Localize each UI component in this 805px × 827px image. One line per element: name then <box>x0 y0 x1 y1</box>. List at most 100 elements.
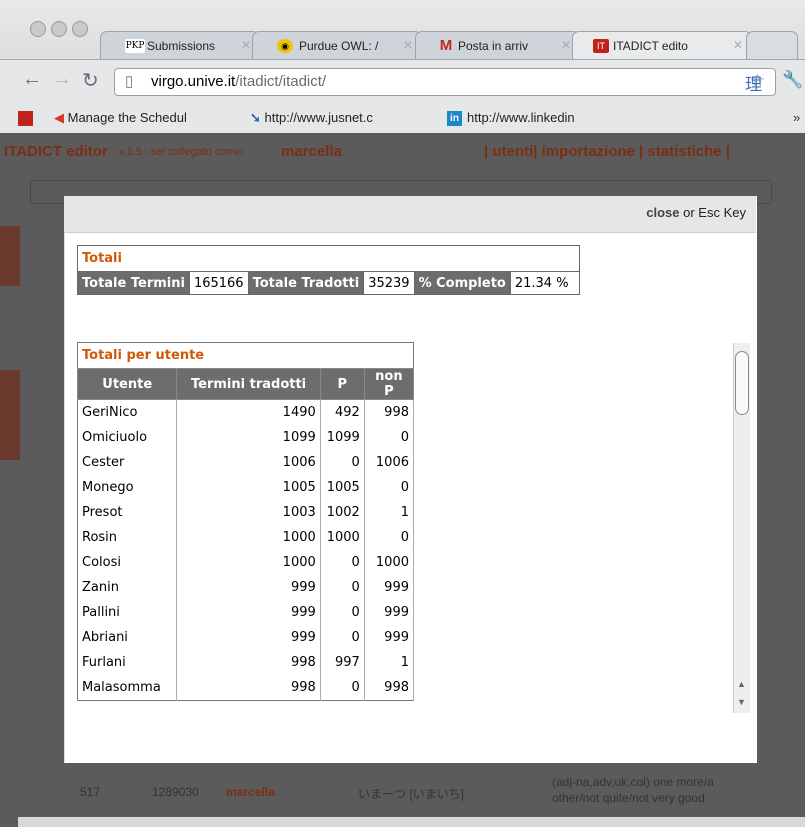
tab-label: Posta in arriv <box>458 39 529 53</box>
tab-label: Purdue OWL: / <box>299 39 379 53</box>
owl-icon: ◉ <box>277 39 293 53</box>
page-horizontal-scrollbar[interactable] <box>18 817 805 827</box>
totale-termini-value: 165166 <box>188 271 249 295</box>
wrench-icon[interactable]: 🔧 <box>782 70 803 90</box>
scrollbar-thumb[interactable] <box>735 351 749 415</box>
cell-non-p: 998 <box>364 399 414 425</box>
cell-non-p: 998 <box>364 675 414 701</box>
address-bar[interactable]: ▯ virgo.unive.it/itadict/itadict/ ☆ <box>114 68 776 96</box>
zoom-window-button[interactable] <box>72 21 88 37</box>
close-window-button[interactable] <box>30 21 46 37</box>
row-id: 517 <box>80 785 101 799</box>
close-tab-icon[interactable]: ✕ <box>241 38 251 52</box>
totali-caption: Totali <box>77 245 580 271</box>
table-row: Furlani 998 997 1 <box>77 650 414 675</box>
per-utente-scroll-area[interactable]: Totali per utente Utente Termini tradott… <box>77 342 414 717</box>
cell-utente: Abriani <box>77 625 178 650</box>
row-term: いまーつ [いまいち] <box>358 787 465 801</box>
cell-utente: Monego <box>77 475 178 500</box>
page-title: ITADICT editor <box>4 143 108 160</box>
bookmark-itadict[interactable] <box>18 110 38 127</box>
cell-utente: Zanin <box>77 575 178 600</box>
back-icon[interactable]: ← <box>22 68 42 91</box>
cell-non-p: 1 <box>364 650 414 675</box>
logged-label: - sei collegato come: <box>144 146 245 158</box>
cell-p: 0 <box>320 600 365 625</box>
col-non-p: non P <box>363 368 414 400</box>
cell-p: 997 <box>320 650 365 675</box>
per-utente-caption: Totali per utente <box>77 342 414 368</box>
cell-termini: 1000 <box>176 550 321 575</box>
cell-termini: 999 <box>176 625 321 650</box>
bookmark-jusnet[interactable]: ➘ http://www.jusnet.c <box>250 110 373 126</box>
page-version: v.1.5 <box>119 146 143 158</box>
cell-p: 1099 <box>320 425 365 450</box>
cell-termini: 999 <box>176 600 321 625</box>
modal-scrollbar[interactable]: ▲ ▼ <box>733 343 750 713</box>
new-tab-button[interactable] <box>746 31 798 60</box>
minimize-window-button[interactable] <box>51 21 67 37</box>
reload-icon[interactable]: ↻ <box>82 68 99 93</box>
cell-termini: 1003 <box>176 500 321 525</box>
logged-user: marcella <box>281 143 342 160</box>
itadict-icon <box>18 111 33 127</box>
forward-icon[interactable]: → <box>52 68 72 91</box>
pkp-icon: PKP <box>125 39 145 53</box>
table-row: Rosin 1000 1000 0 <box>77 525 414 550</box>
tab-purdue-owl[interactable]: ◉ Purdue OWL: / ✕ <box>252 31 422 60</box>
scroll-up-icon[interactable]: ▲ <box>737 679 746 689</box>
modal-header: close or Esc Key <box>64 196 756 233</box>
cell-p: 492 <box>320 399 365 425</box>
cell-termini: 1000 <box>176 525 321 550</box>
cell-utente: Omiciuolo <box>77 425 178 450</box>
cell-non-p: 999 <box>364 625 414 650</box>
table-row: Monego 1005 1005 0 <box>77 475 414 500</box>
tab-posta[interactable]: M Posta in arriv ✕ <box>415 31 580 60</box>
col-utente: Utente <box>77 368 178 400</box>
col-termini-tradotti: Termini tradotti <box>176 368 321 400</box>
background-table-row: 517 1289030 marcella いまーつ [いまいち] (adj-na… <box>40 767 805 817</box>
itadict-icon: IT <box>593 39 609 53</box>
cell-termini: 1099 <box>176 425 321 450</box>
bookmarks-bar: ◀ Manage the Schedul ➘ http://www.jusnet… <box>0 103 805 134</box>
arrow-icon: ➘ <box>250 110 265 125</box>
table-row: GeriNico 1490 492 998 <box>77 399 414 425</box>
cell-utente: Pallini <box>77 600 178 625</box>
cell-termini: 1005 <box>176 475 321 500</box>
tab-itadict-editor[interactable]: IT ITADICT edito ✕ <box>572 31 752 60</box>
url-text: virgo.unive.it/itadict/itadict/ <box>151 73 327 90</box>
table-row: Presot 1003 1002 1 <box>77 500 414 525</box>
cell-p: 1000 <box>320 525 365 550</box>
side-tab-filtro <box>0 370 20 460</box>
close-tab-icon[interactable]: ✕ <box>403 38 413 52</box>
completo-value: 21.34 % <box>509 271 580 295</box>
cell-p: 0 <box>320 675 365 701</box>
close-tab-icon[interactable]: ✕ <box>561 38 571 52</box>
row-definition-1: (adj-na,adv,uk,col) one more/a <box>552 775 714 789</box>
cell-termini: 1006 <box>176 450 321 475</box>
extension-icon[interactable]: 理 <box>745 70 762 95</box>
table-row: Omiciuolo 1099 1099 0 <box>77 425 414 450</box>
completo-label: % Completo <box>413 271 511 295</box>
bookmark-manage-schedule[interactable]: ◀ Manage the Schedul <box>54 110 187 126</box>
tab-pkp-submissions[interactable]: PKP Submissions ✕ <box>100 31 260 60</box>
side-tab-pag <box>0 226 20 286</box>
gmail-icon: M <box>439 37 453 54</box>
cell-utente: Malasomma <box>77 675 178 701</box>
cell-utente: Presot <box>77 500 178 525</box>
cell-non-p: 1 <box>364 500 414 525</box>
table-row: Malasomma 998 0 998 <box>77 675 414 701</box>
cell-utente: Rosin <box>77 525 178 550</box>
page-nav[interactable]: | utenti| importazione | statistiche | <box>484 143 730 160</box>
close-button[interactable]: close or Esc Key <box>646 205 746 220</box>
bookmark-linkedin[interactable]: in http://www.linkedin <box>447 110 575 127</box>
table-row: Zanin 999 0 999 <box>77 575 414 600</box>
close-tab-icon[interactable]: ✕ <box>733 38 743 52</box>
cell-p: 1002 <box>320 500 365 525</box>
row-definition-2: other/not quite/not very good <box>552 791 705 805</box>
scroll-down-icon[interactable]: ▼ <box>737 697 746 707</box>
cell-non-p: 999 <box>364 600 414 625</box>
col-p: P <box>319 368 365 400</box>
cell-non-p: 999 <box>364 575 414 600</box>
more-bookmarks-icon[interactable]: » <box>793 110 800 125</box>
